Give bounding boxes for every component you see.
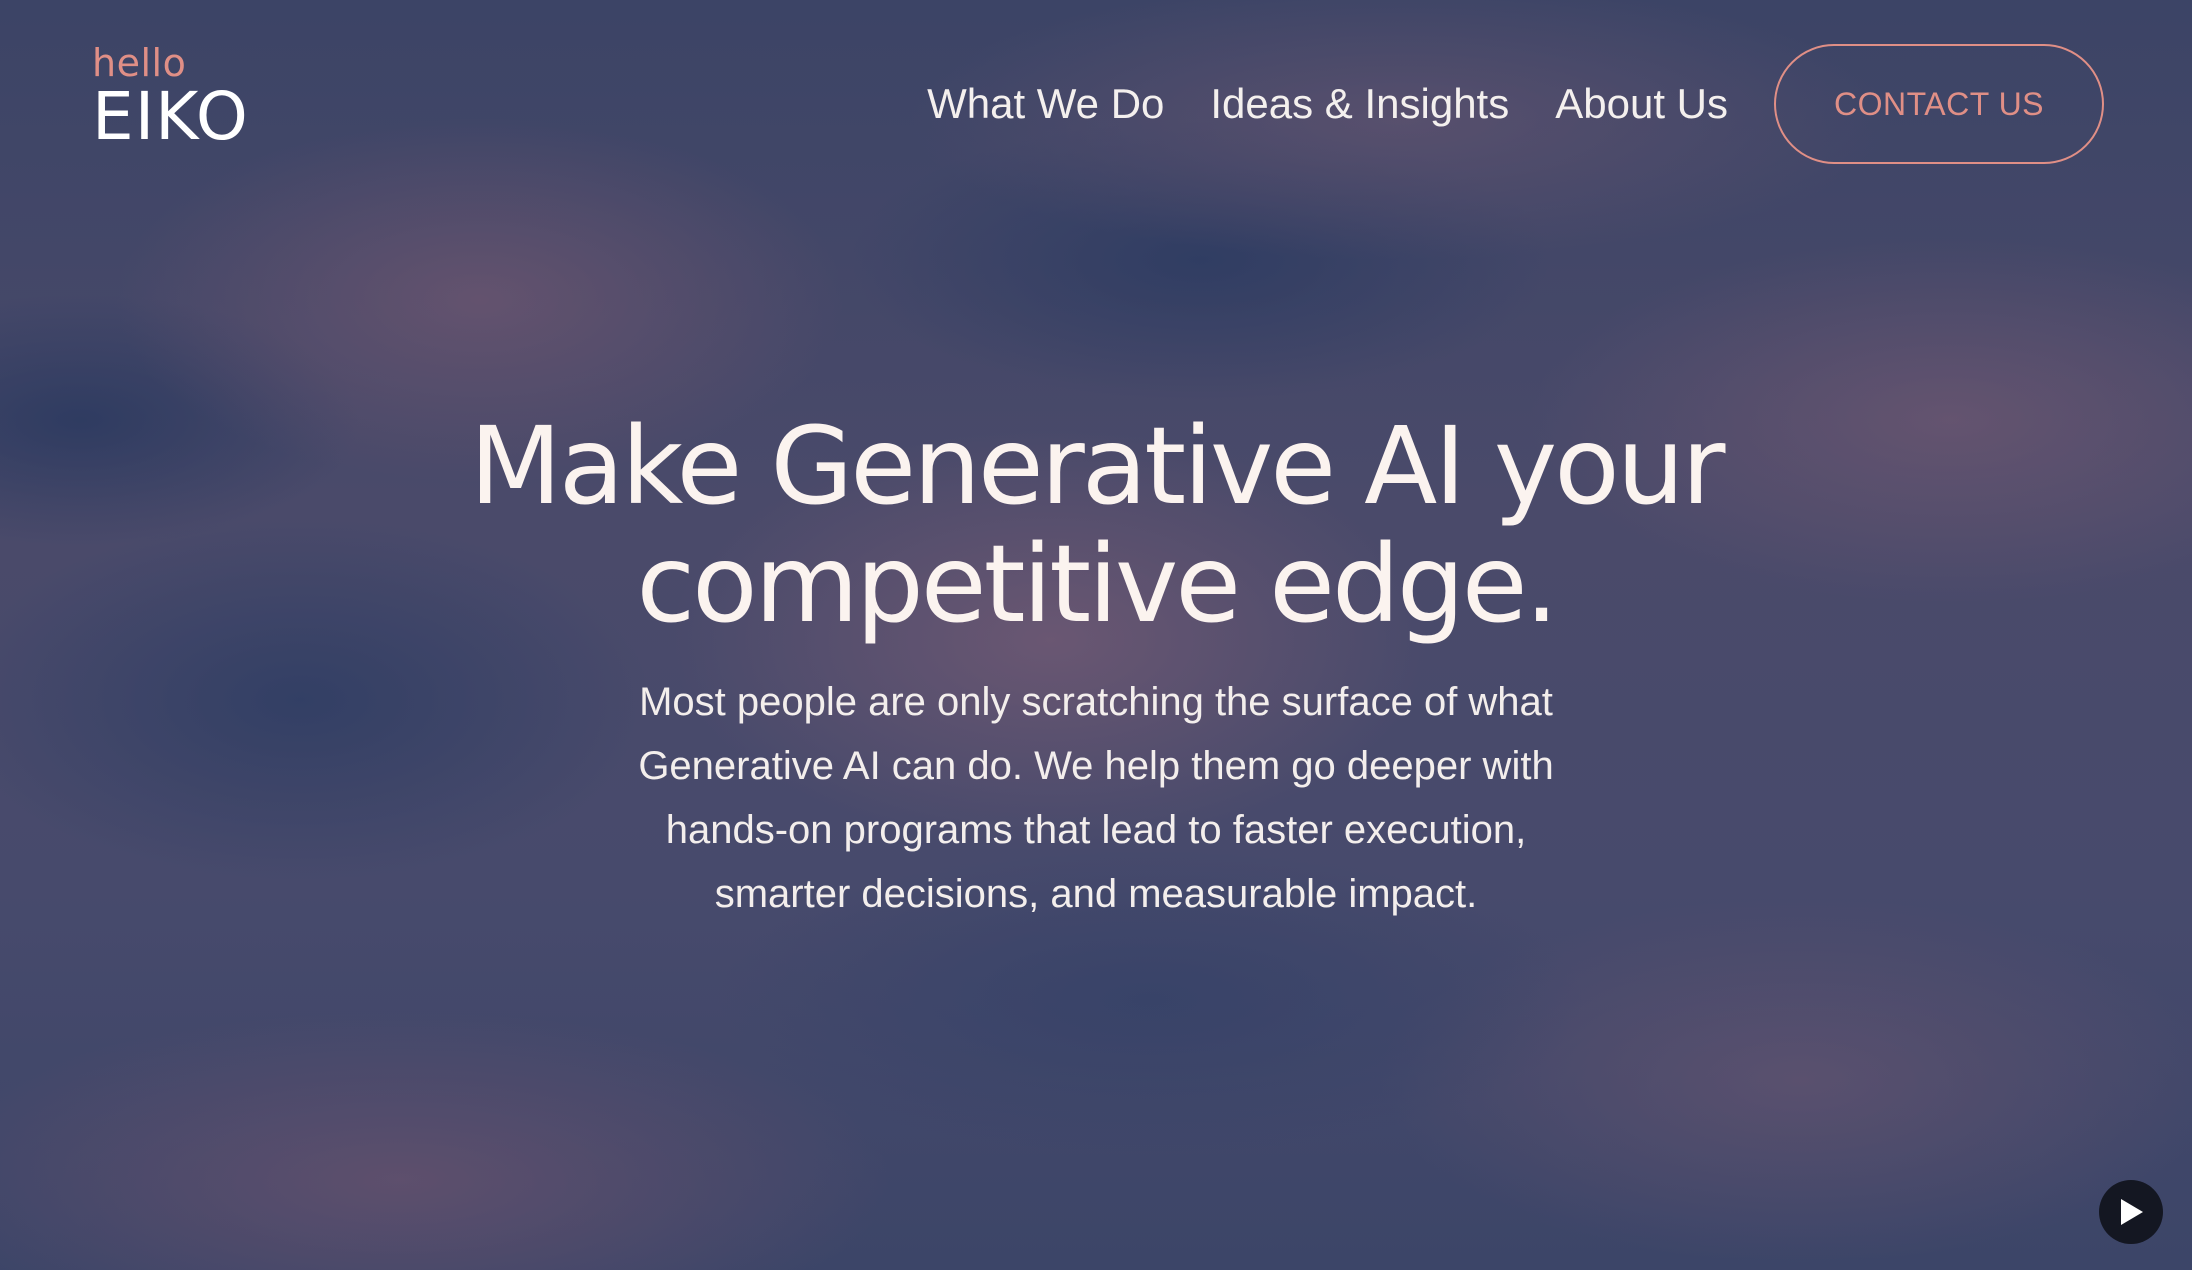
contact-us-button[interactable]: CONTACT US <box>1774 44 2104 164</box>
hero-title: Make Generative AI your competitive edge… <box>346 408 1846 644</box>
logo-wordmark: EIKO <box>92 78 249 155</box>
nav-link-ideas-insights[interactable]: Ideas & Insights <box>1210 80 1509 128</box>
nav-link-what-we-do[interactable]: What We Do <box>927 80 1164 128</box>
logo-greeting: hello <box>92 41 187 85</box>
hero-subtitle-line: Most people are only scratching the surf… <box>639 680 1553 724</box>
play-icon <box>2121 1199 2143 1225</box>
play-video-button[interactable] <box>2099 1180 2163 1244</box>
hero-subtitle-line: Generative AI can do. We help them go de… <box>638 744 1554 788</box>
hero-subtitle: Most people are only scratching the surf… <box>576 670 1616 926</box>
hero-subtitle-line: hands-on programs that lead to faster ex… <box>665 808 1527 852</box>
nav-link-about-us[interactable]: About Us <box>1555 80 1728 128</box>
hero-section: Make Generative AI your competitive edge… <box>346 408 1846 926</box>
main-navigation: What We Do Ideas & Insights About Us CON… <box>927 42 2104 166</box>
logo[interactable]: hello EIKO <box>92 44 292 150</box>
hero-subtitle-line: smarter decisions, and measurable impact… <box>714 872 1478 916</box>
hero-title-line: competitive edge. <box>636 523 1558 647</box>
hero-title-line: Make Generative AI your <box>469 405 1725 529</box>
